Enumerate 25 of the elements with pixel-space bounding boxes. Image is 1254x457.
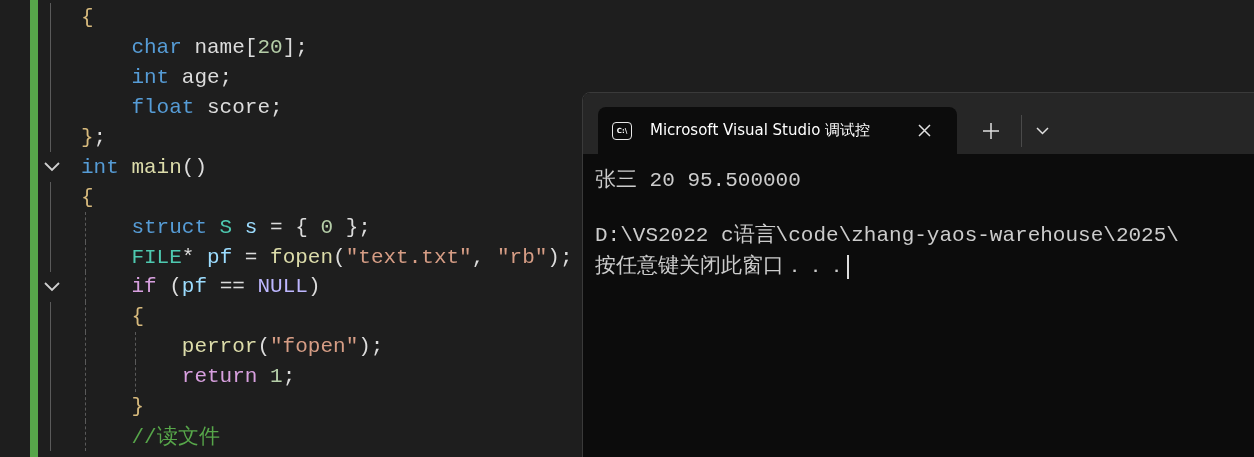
text-cursor: [847, 254, 849, 279]
code-line: char name[20];: [131, 36, 308, 60]
dropdown-icon[interactable]: [1036, 126, 1049, 135]
console-output: 按任意键关闭此窗口．．．: [595, 253, 847, 280]
code-line: if (pf == NULL): [131, 275, 321, 299]
code-line: FILE* pf = fopen("text.txt", "rb");: [131, 245, 573, 269]
code-line: int age;: [131, 66, 233, 90]
code-line: int main(): [81, 155, 208, 179]
code-line: //读文件: [131, 424, 220, 451]
code-line: }: [131, 395, 144, 418]
code-line: {: [131, 305, 144, 329]
collapse-icon[interactable]: [44, 281, 60, 292]
code-line: return 1;: [181, 365, 296, 389]
code-line: };: [81, 126, 107, 149]
code-line: {: [81, 6, 94, 30]
code-line: struct S s = { 0 };: [131, 215, 371, 239]
tab-title: Microsoft Visual Studio 调试控: [650, 121, 872, 140]
collapse-icon[interactable]: [44, 162, 60, 173]
code-line: perror("fopen");: [181, 335, 384, 359]
plus-icon[interactable]: [983, 122, 999, 139]
console-output: 张三 20 95.500000: [595, 167, 801, 194]
console-output: D:\VS2022 c语言\code\zhang-yaos-warehouse\2025\: [595, 222, 1179, 249]
code-line: float score;: [131, 96, 283, 120]
code-line: {: [81, 185, 94, 209]
close-icon[interactable]: [918, 124, 931, 137]
